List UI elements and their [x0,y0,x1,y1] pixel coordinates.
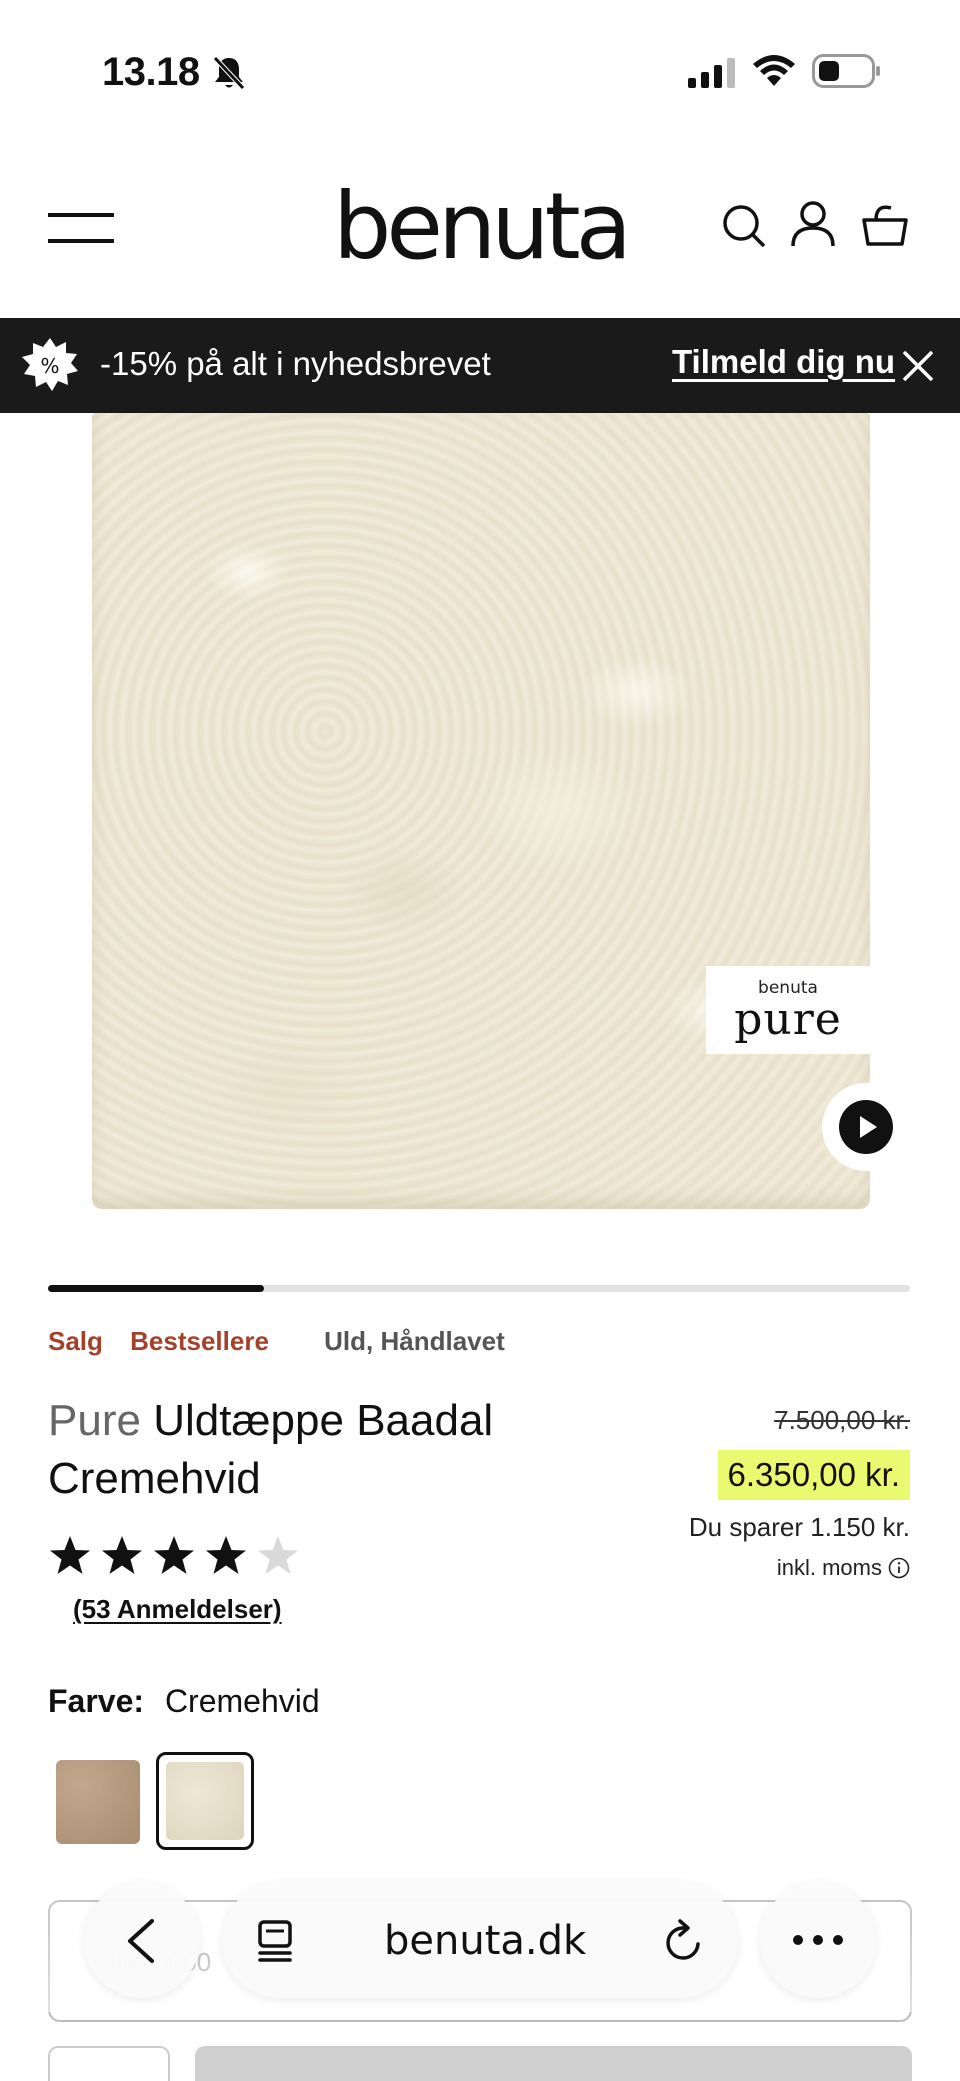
color-swatch-cremehvid [166,1762,244,1840]
close-icon[interactable] [900,348,936,384]
chevron-left-icon [128,1919,154,1963]
selected-color: Cremehvid [164,1683,320,1719]
star-filled-icon [102,1536,142,1574]
wifi-icon [753,55,795,86]
price-block: 7.500,00 kr. 6.350,00 kr. Du sparer 1.15… [689,1405,910,1581]
star-filled-icon [206,1536,246,1574]
product-title: Pure Uldtæppe Baadal Cremehvid [48,1392,608,1508]
basket-icon[interactable] [862,200,908,248]
cellular-signal-icon [688,58,735,88]
tabs-icon [258,1920,292,1962]
newsletter-signup-link[interactable]: Tilmeld dig nu [672,343,895,381]
sale-price: 6.350,00 kr. [717,1450,910,1500]
add-to-cart-button[interactable] [195,2046,912,2081]
account-icon[interactable] [790,200,836,248]
hamburger-menu-icon[interactable] [48,212,114,244]
color-label: Farve: [48,1683,145,1719]
product-brand: Pure [48,1396,141,1445]
product-photo-rug [92,413,870,1209]
product-image-carousel[interactable]: benuta pure [0,413,960,1255]
browser-address-bar[interactable]: benuta.dk [222,1882,738,1998]
promo-text: -15% på alt i nyhedsbrevet [100,345,491,382]
bell-slash-icon [213,56,245,90]
quantity-selector[interactable] [48,2046,170,2081]
discount-badge-symbol: % [40,354,59,378]
reviews-link[interactable]: (53 Anmeldelser) [73,1594,282,1625]
color-selector-label: Farve: Cremehvid [48,1683,320,1720]
discount-badge-icon: % [22,338,78,391]
carousel-progress-track[interactable] [48,1285,910,1292]
savings-text: Du sparer 1.150 kr. [688,1512,910,1542]
reload-icon[interactable] [662,1918,706,1964]
star-filled-icon [50,1536,90,1574]
star-empty-icon [258,1536,298,1574]
vat-text: inkl. moms [776,1555,882,1580]
color-swatch-brown[interactable] [56,1760,140,1844]
browser-back-button[interactable] [84,1882,200,1998]
color-swatch-cremehvid-selected[interactable] [156,1752,254,1850]
status-time: 13.18 [102,50,200,94]
star-filled-icon [154,1536,194,1574]
carousel-progress-fill [48,1285,264,1292]
site-header: benuta [0,140,960,318]
tag-sale: Salg [48,1326,103,1356]
pure-collection-badge: benuta pure [706,966,870,1054]
browser-toolbar: benuta.dk [0,1862,960,2012]
search-icon[interactable] [722,204,766,248]
site-logo[interactable]: benuta [330,172,632,282]
play-icon [839,1100,893,1154]
vat-note: inkl. moms [689,1555,910,1581]
tag-materials: Uld, Håndlavet [324,1326,505,1356]
more-options-icon [793,1935,843,1945]
old-price: 7.500,00 kr. [774,1405,910,1435]
newsletter-promo-banner: % -15% på alt i nyhedsbrevet Tilmeld dig… [0,318,960,413]
browser-more-button[interactable] [760,1882,876,1998]
status-bar: 13.18 [0,0,960,140]
battery-icon [812,54,880,88]
browser-url: benuta.dk [384,1918,587,1964]
info-icon[interactable] [888,1557,910,1579]
play-video-button[interactable] [822,1083,910,1171]
tag-bestseller: Bestsellere [130,1326,269,1356]
pure-badge-word: pure [734,994,842,1045]
rating-stars[interactable] [48,1534,300,1578]
product-tags: Salg Bestsellere Uld, Håndlavet [48,1326,505,1357]
